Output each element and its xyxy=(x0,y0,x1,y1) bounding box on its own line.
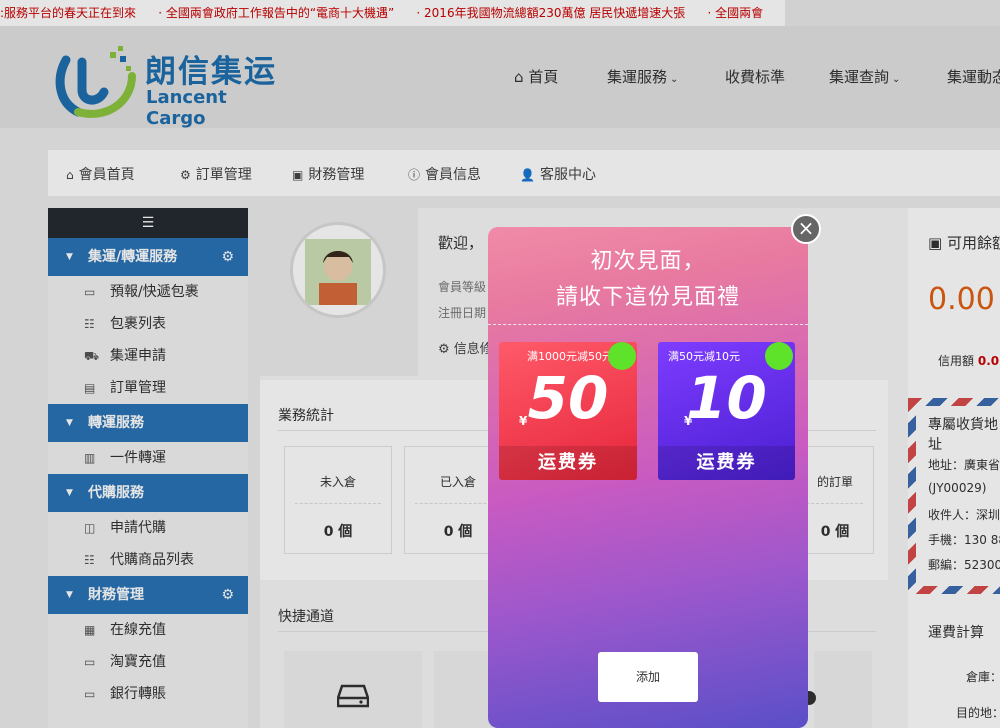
modal-title-line1: 初次見面， xyxy=(590,249,706,274)
coupon-badge-icon xyxy=(765,342,793,370)
add-coupon-button[interactable]: 添加 xyxy=(598,652,698,702)
coupon-50[interactable]: 满1000元减50元 ¥ 50 运费券 xyxy=(499,342,637,480)
coupon-condition: 满50元减10元 xyxy=(668,350,740,363)
divider xyxy=(488,324,808,325)
coupon-amount: 10 xyxy=(686,364,767,432)
coupon-10[interactable]: 满50元减10元 ¥ 10 运费券 xyxy=(658,342,795,480)
welcome-gift-modal: 初次見面， 請收下這份見面禮 满1000元减50元 ¥ 50 运费券 满50元减… xyxy=(488,227,808,728)
coupon-condition: 满1000元减50元 xyxy=(527,350,613,363)
coupon-label: 运费券 xyxy=(658,446,795,480)
coupon-badge-icon xyxy=(608,342,636,370)
coupon-amount: 50 xyxy=(527,364,609,432)
coupon-label: 运费券 xyxy=(499,446,637,480)
modal-title-line2: 請收下這份見面禮 xyxy=(555,285,740,310)
close-icon[interactable]: × xyxy=(791,214,821,244)
